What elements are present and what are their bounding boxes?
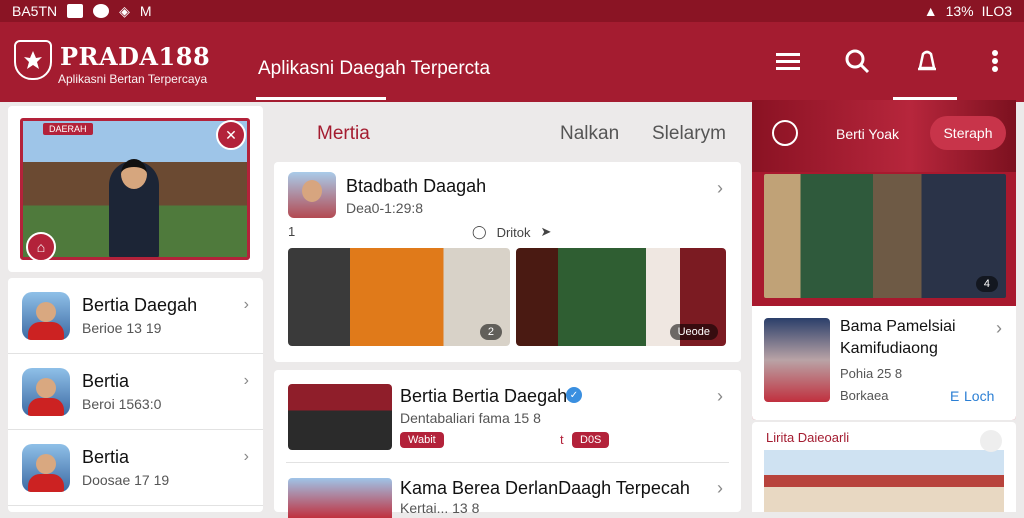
more-icon[interactable] (980, 46, 1010, 76)
chevron-right-icon[interactable]: › (717, 478, 723, 499)
featured-card[interactable]: DAERAH ✕ ⌂ (8, 106, 263, 272)
video-badge: Ueode (669, 324, 718, 340)
news-photo[interactable]: 2 (288, 248, 510, 346)
bottom-card-image (764, 450, 1004, 512)
chevron-right-icon[interactable]: › (996, 318, 1002, 339)
category-tag[interactable]: D0S (572, 432, 610, 448)
list-item-subtitle: Berioe 13 19 (82, 320, 162, 336)
news-photo[interactable]: Ueode (516, 248, 726, 346)
news-title: Bertia Bertia Daegah (400, 386, 568, 406)
status-bar: BA5TN ◈ M ▲ 13% ILO3 (0, 0, 1024, 22)
news-subtitle: Kertai... 13 8 (400, 500, 480, 516)
news-card[interactable]: Btadbath Daagah Dea0-1:29:8 › 1 ◯ Dritok… (274, 162, 741, 362)
avatar (22, 367, 70, 416)
left-news-list: Bertia Daegah Berioe 13 19 › Bertia Bero… (8, 278, 263, 512)
share-icon[interactable]: ➤ (541, 224, 552, 240)
status-carrier: BA5TN (12, 3, 58, 19)
news-subtitle: Dea0-1:29:8 (346, 200, 424, 216)
right-bottom-card[interactable]: Lirita Daieoarli (752, 422, 1016, 512)
news-count: 1 (288, 224, 296, 239)
news-title: Btadbath Daagah (346, 176, 487, 196)
right-hero-panel[interactable]: Berti Yoak Steraph 4 Bama Pamelsiai Kami… (752, 100, 1016, 420)
featured-banner: DAERAH (43, 123, 93, 135)
hero-button[interactable]: Steraph (930, 116, 1006, 150)
news-subtitle: Dentabaliari fama 15 8 (400, 410, 541, 426)
notification-icon (67, 4, 84, 18)
news-thumbnail (288, 384, 392, 450)
photo-badge: 4 (975, 276, 998, 292)
tab-slelarym[interactable]: Slelarym (652, 123, 726, 145)
bottom-card-title: Lirita Daieoarli (766, 430, 850, 445)
list-item-title: Bertia (82, 447, 130, 467)
photo-badge: 2 (479, 324, 502, 340)
chevron-right-icon[interactable]: › (244, 372, 249, 390)
header-tab-title[interactable]: Aplikasni Daegah Terpercta (258, 58, 490, 80)
app-header: PRADA188 Aplikasni Bertan Terpercaya Apl… (0, 22, 1024, 102)
tab-nalkan[interactable]: Nalkan (560, 123, 619, 145)
chevron-right-icon[interactable]: › (244, 296, 249, 314)
link-prefix: E (950, 388, 960, 404)
avatar (22, 443, 70, 492)
news-thumbnail (288, 172, 336, 218)
news-card[interactable]: Bertia Bertia Daegah ✓ › Dentabaliari fa… (274, 370, 741, 518)
bell-icon[interactable] (912, 46, 942, 76)
close-icon[interactable]: ✕ (216, 120, 246, 150)
battery-percent: 13% (945, 3, 974, 19)
featured-person-head (121, 159, 147, 189)
category-tabs: Mertia Nalkan Slelarym (270, 106, 748, 162)
side-news-title-line2: Kamifudiaong (840, 340, 938, 357)
bookmark-icon[interactable] (980, 430, 1002, 452)
signal-icon: ▲ (923, 3, 938, 19)
chevron-right-icon[interactable]: › (717, 386, 723, 407)
news-meta: 1 (288, 224, 295, 239)
brand-subtitle: Aplikasni Bertan Terpercaya (58, 72, 208, 86)
list-item-subtitle: Beroi 1563:0 (82, 396, 162, 412)
tab-indicator (256, 97, 386, 100)
mail-icon: M (139, 3, 152, 19)
tab-mertia[interactable]: Mertia (317, 123, 370, 145)
divider (286, 462, 729, 463)
brand-name: PRADA188 (60, 42, 211, 71)
featured-image: DAERAH (20, 118, 250, 260)
verified-icon: ✓ (566, 387, 582, 403)
category-tag[interactable]: Wabit (400, 432, 444, 448)
hero-photo[interactable]: 4 (764, 174, 1006, 298)
list-item-subtitle: Doosae 17 19 (82, 472, 170, 488)
chevron-right-icon[interactable]: › (717, 178, 723, 199)
news-action-label[interactable]: Dritok (497, 225, 531, 240)
side-news-link[interactable]: Loch (964, 388, 994, 404)
status-time: ILO3 (981, 3, 1012, 19)
home-icon[interactable]: ⌂ (26, 232, 56, 262)
list-item[interactable]: Bertia Beroi 1563:0 › (8, 354, 263, 430)
menu-icon[interactable] (773, 46, 803, 76)
list-item[interactable]: Bertia Doosae 17 19 › (8, 430, 263, 506)
side-news-card[interactable]: Bama Pamelsiai Kamifudiaong › Pohia 25 8… (752, 306, 1016, 420)
news-thumbnail (764, 318, 830, 402)
chevron-right-icon[interactable]: › (244, 448, 249, 466)
side-news-title: Bama Pamelsiai (840, 318, 956, 335)
list-item-title: Bertia (82, 371, 130, 391)
avatar (22, 291, 70, 340)
side-news-subtitle: Pohia 25 8 (840, 366, 903, 381)
profile-icon[interactable] (772, 120, 798, 146)
tag-prefix: t (560, 432, 564, 447)
app-icon (93, 4, 110, 18)
wifi-icon: ◈ (119, 2, 130, 19)
hero-chip[interactable]: Berti Yoak (836, 126, 899, 142)
search-icon[interactable] (842, 46, 872, 76)
side-news-source: Borkaea (840, 388, 889, 403)
list-item-title: Bertia Daegah (82, 295, 198, 315)
news-title: Kama Berea DerlanDaagh Terpecah (400, 478, 690, 498)
list-item[interactable]: Bertia Daegah Berioe 13 19 › (8, 278, 263, 354)
comment-icon[interactable]: ◯ (472, 224, 487, 240)
news-thumbnail (288, 478, 392, 518)
logo-icon[interactable] (14, 40, 52, 80)
news-actions[interactable]: ◯ Dritok ➤ (472, 224, 551, 240)
